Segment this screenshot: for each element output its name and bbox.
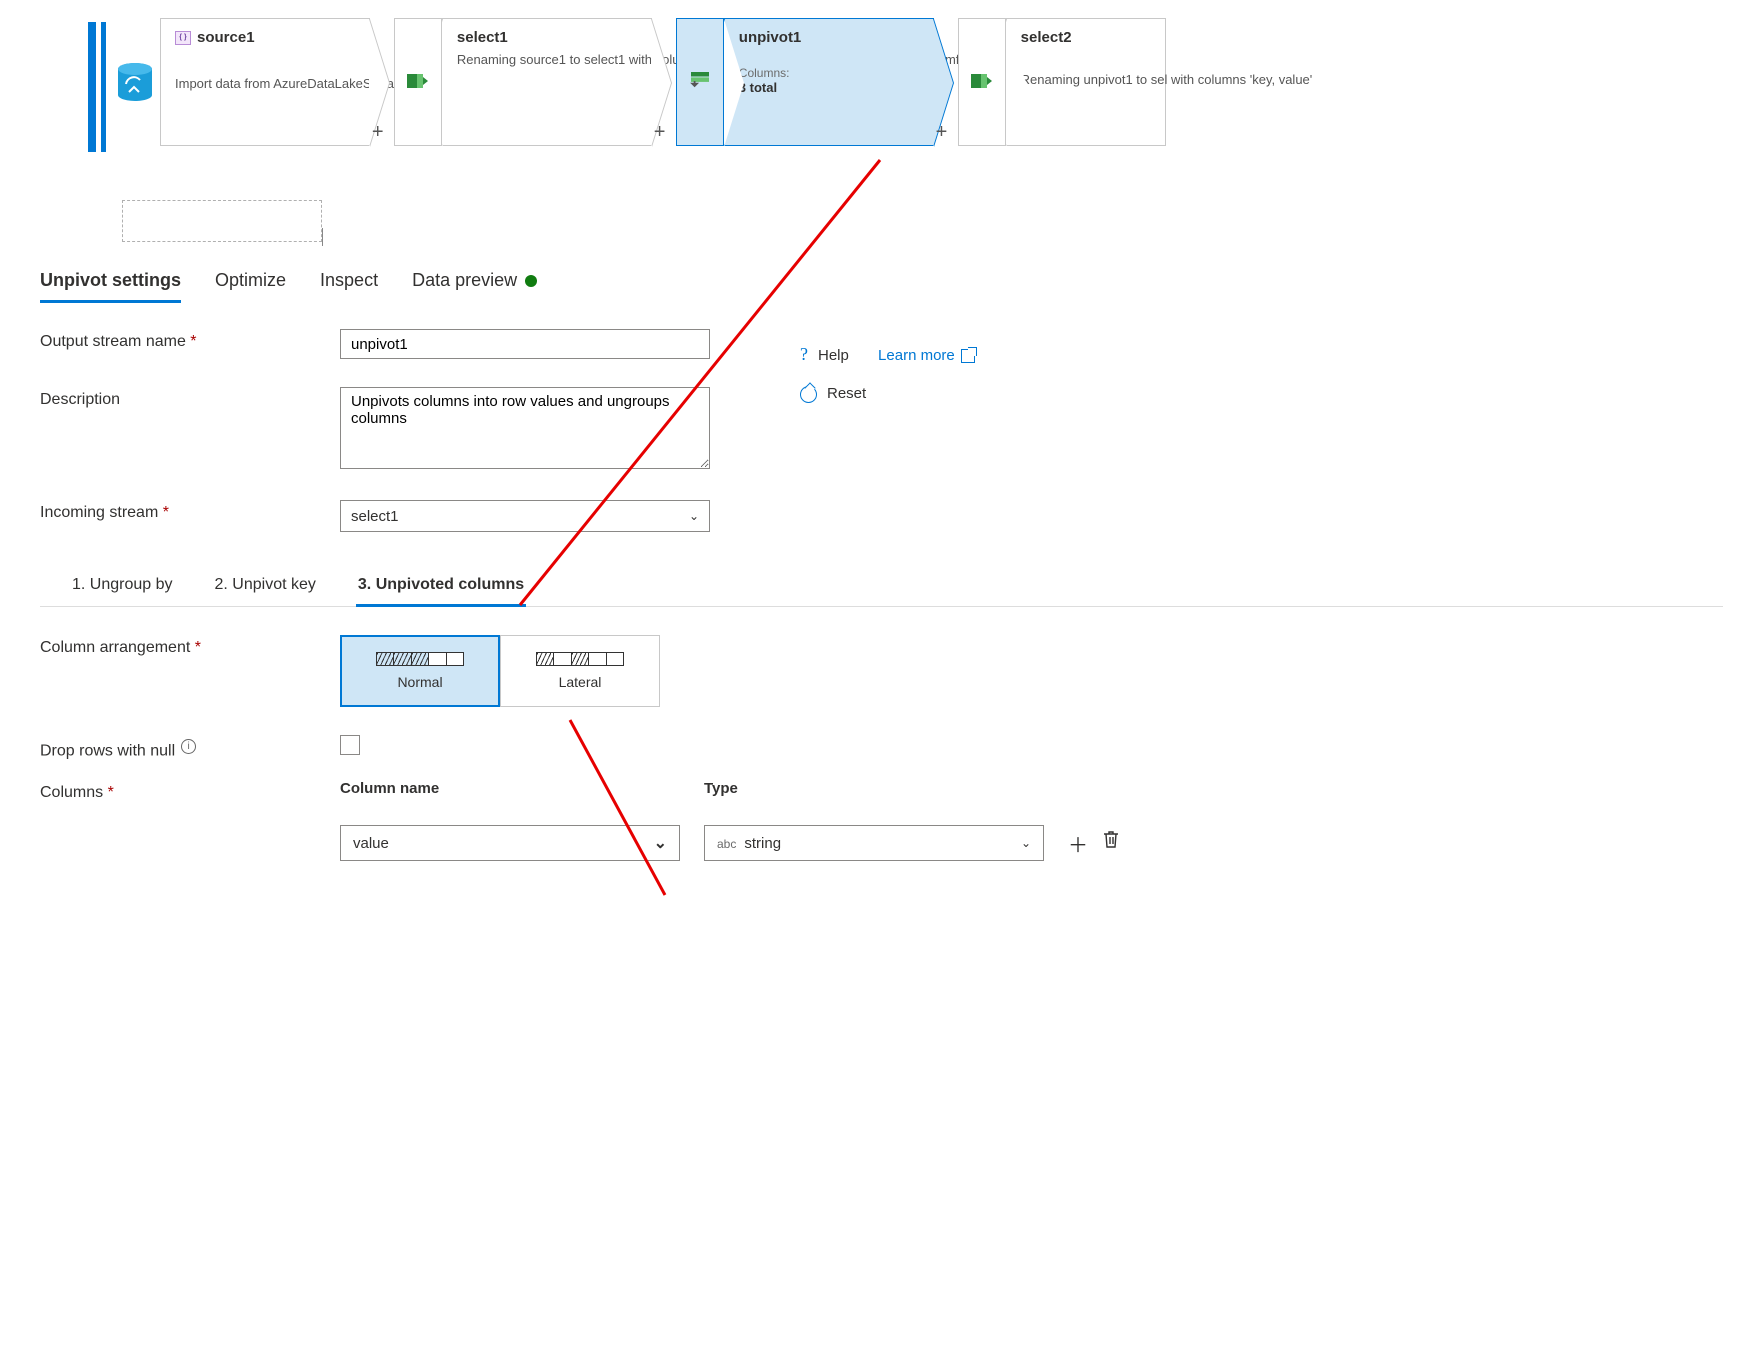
drop-null-checkbox[interactable] — [340, 735, 360, 755]
json-icon: { } — [175, 31, 191, 45]
add-column-button[interactable]: ＋ — [1068, 829, 1088, 858]
subtab-unpivoted-columns[interactable]: 3. Unpivoted columns — [356, 572, 526, 606]
caret-indicator — [322, 228, 323, 246]
delete-column-button[interactable] — [1102, 829, 1120, 858]
column-name-select[interactable]: value ⌄ — [340, 825, 680, 861]
sub-tabs: 1. Ungroup by 2. Unpivot key 3. Unpivote… — [40, 572, 1723, 607]
node-type-icon-box — [394, 18, 442, 146]
flow-start-marker-2 — [101, 22, 106, 152]
node-description: Renaming source1 to select1 with columns… — [457, 52, 637, 68]
incoming-stream-select[interactable]: select1 ⌄ — [340, 500, 710, 532]
node-title: select1 — [457, 29, 637, 46]
help-link[interactable]: Help — [818, 347, 849, 364]
subtab-unpivot-key[interactable]: 2. Unpivot key — [213, 572, 318, 606]
chevron-down-icon: ⌄ — [689, 509, 699, 523]
output-stream-label: Output stream name * — [40, 329, 340, 351]
select-icon — [407, 72, 429, 93]
add-node-button[interactable]: + — [936, 121, 948, 144]
reset-icon — [800, 386, 817, 403]
node-description: Renaming unpivot1 to sel with columns 'k… — [1021, 72, 1151, 88]
tab-inspect[interactable]: Inspect — [320, 264, 378, 301]
flow-drop-zone[interactable] — [122, 200, 322, 242]
column-name-header: Column name — [340, 780, 680, 797]
columns-label: Columns: — [739, 66, 919, 80]
arrangement-lateral-icon — [536, 652, 624, 666]
node-description: Import data from AzureDataLakeStorage1 — [175, 76, 355, 92]
node-title: select2 — [1021, 29, 1151, 46]
select-icon — [971, 72, 993, 93]
flow-canvas: { } source1 Import data from AzureDataLak… — [0, 0, 1763, 250]
tab-data-preview[interactable]: Data preview — [412, 264, 537, 301]
arrangement-option-normal[interactable]: Normal — [340, 635, 500, 707]
node-title: unpivot1 — [739, 29, 919, 46]
help-icon: ? — [800, 344, 808, 364]
arrangement-option-lateral[interactable]: Lateral — [500, 635, 660, 707]
description-textarea[interactable]: Unpivots columns into row values and ung… — [340, 387, 710, 469]
external-link-icon — [961, 349, 975, 363]
arrangement-normal-icon — [376, 652, 464, 666]
type-prefix-icon: abc — [717, 837, 736, 851]
flow-node-source1[interactable]: { } source1 Import data from AzureDataLak… — [160, 18, 370, 146]
flow-start-marker — [88, 22, 96, 152]
add-node-button[interactable]: + — [654, 121, 666, 144]
reset-link[interactable]: Reset — [827, 385, 866, 402]
node-type-icon-box — [676, 18, 724, 146]
node-title: source1 — [197, 29, 255, 46]
flow-node-select2[interactable]: select2 Renaming unpivot1 to sel with co… — [1006, 18, 1166, 146]
column-arrangement-label: Column arrangement * — [40, 635, 340, 657]
subtab-ungroup-by[interactable]: 1. Ungroup by — [70, 572, 175, 606]
columns-label: Columns * — [40, 780, 340, 802]
tab-unpivot-settings[interactable]: Unpivot settings — [40, 264, 181, 301]
chevron-down-icon: ⌄ — [654, 833, 667, 853]
tab-optimize[interactable]: Optimize — [215, 264, 286, 301]
drop-null-label: Drop rows with nulli — [40, 735, 340, 760]
chevron-down-icon: ⌄ — [1021, 836, 1031, 850]
panel-tabs: Unpivot settings Optimize Inspect Data p… — [40, 264, 1723, 301]
side-links: ? Help Learn more Reset — [800, 344, 975, 403]
unpivot-icon — [689, 72, 711, 93]
flow-node-unpivot1[interactable]: unpivot1 Columns: 3 total — [724, 18, 934, 146]
incoming-stream-label: Incoming stream * — [40, 500, 340, 522]
column-type-select[interactable]: abcstring ⌄ — [704, 825, 1044, 861]
learn-more-link[interactable]: Learn more — [878, 347, 975, 364]
info-icon[interactable]: i — [181, 739, 196, 754]
node-type-icon-box — [958, 18, 1006, 146]
description-label: Description — [40, 387, 340, 409]
flow-node-select1[interactable]: select1 Renaming source1 to select1 with… — [442, 18, 652, 146]
status-dot-icon — [525, 275, 537, 287]
columns-total: 3 total — [739, 80, 919, 95]
add-node-button[interactable]: + — [372, 121, 384, 144]
column-type-header: Type — [704, 780, 1044, 797]
output-stream-input[interactable] — [340, 329, 710, 359]
datasource-icon — [116, 62, 154, 104]
